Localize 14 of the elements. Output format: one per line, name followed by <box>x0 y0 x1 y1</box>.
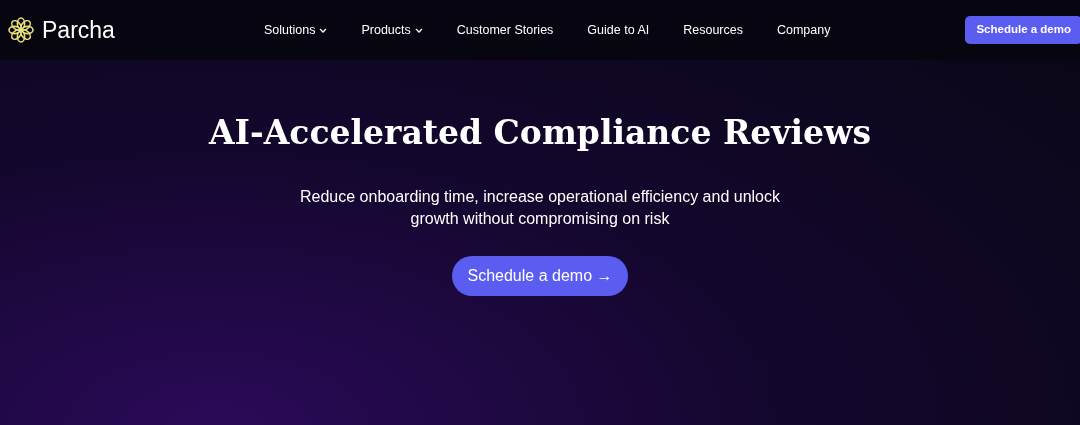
nav-link[interactable]: Guide to AI <box>587 20 650 40</box>
schedule-demo-button[interactable]: Schedule a demo → <box>451 255 629 296</box>
nav-link[interactable]: Products <box>361 20 423 40</box>
chevron-down-icon <box>319 27 328 33</box>
hero-subtitle: Reduce onboarding time, increase operational efficiency and unlock growth without compromising on risk <box>299 186 781 229</box>
nav-link[interactable]: Resources <box>683 20 743 40</box>
flower-logo-icon <box>8 17 34 43</box>
nav-link[interactable]: Customer Stories <box>456 20 554 40</box>
brand-name[interactable]: Parcha <box>42 12 115 48</box>
nav-link[interactable]: Company <box>776 20 831 40</box>
hero-title: AI-Accelerated Compliance Reviews <box>209 112 871 154</box>
nav-link[interactable]: Solutions <box>264 20 328 40</box>
schedule-demo-button[interactable]: Schedule a demo <box>965 16 1080 44</box>
chevron-down-icon <box>414 27 423 33</box>
